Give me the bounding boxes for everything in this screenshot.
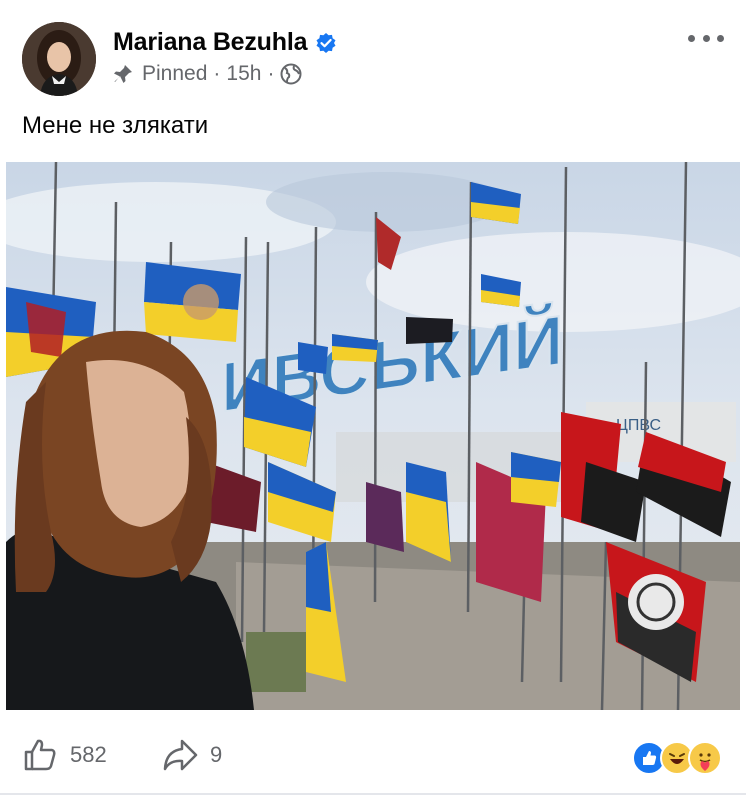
- share-button[interactable]: 9: [162, 737, 222, 773]
- reaction-icons[interactable]: [632, 741, 722, 775]
- post-footer: 582 9: [0, 725, 746, 785]
- dot-icon: [688, 34, 695, 42]
- like-button[interactable]: 582: [22, 737, 107, 773]
- care-reaction-icon: [688, 741, 722, 775]
- meta-separator: ·: [213, 62, 221, 85]
- share-count: 9: [210, 742, 223, 767]
- verified-badge-icon: [316, 32, 336, 53]
- post-time[interactable]: 15h: [226, 62, 261, 86]
- post-header: Mariana Bezuhla Pinned · 15h ·: [0, 0, 746, 110]
- author-name-row: Mariana Bezuhla: [113, 28, 337, 57]
- post-photo[interactable]: ИВСЬКИЙ ЦПВС: [6, 162, 740, 710]
- share-arrow-icon: [163, 739, 198, 771]
- post-text: Мене не злякати: [22, 112, 209, 139]
- dot-icon: [702, 34, 710, 42]
- sign-partial-text: ЦПВС: [616, 417, 661, 434]
- like-count: 582: [70, 742, 107, 767]
- more-options-button[interactable]: [688, 28, 724, 48]
- dot-icon: [717, 34, 724, 42]
- pin-icon: [114, 65, 132, 83]
- pinned-label: Pinned: [142, 62, 208, 85]
- meta-separator-2: ·: [267, 62, 275, 85]
- post-meta: Pinned · 15h ·: [112, 62, 302, 86]
- globe-icon[interactable]: [280, 63, 302, 85]
- author-name[interactable]: Mariana Bezuhla: [113, 28, 307, 57]
- thumbs-up-icon: [24, 739, 56, 771]
- author-avatar[interactable]: [22, 22, 96, 96]
- divider: [0, 793, 746, 795]
